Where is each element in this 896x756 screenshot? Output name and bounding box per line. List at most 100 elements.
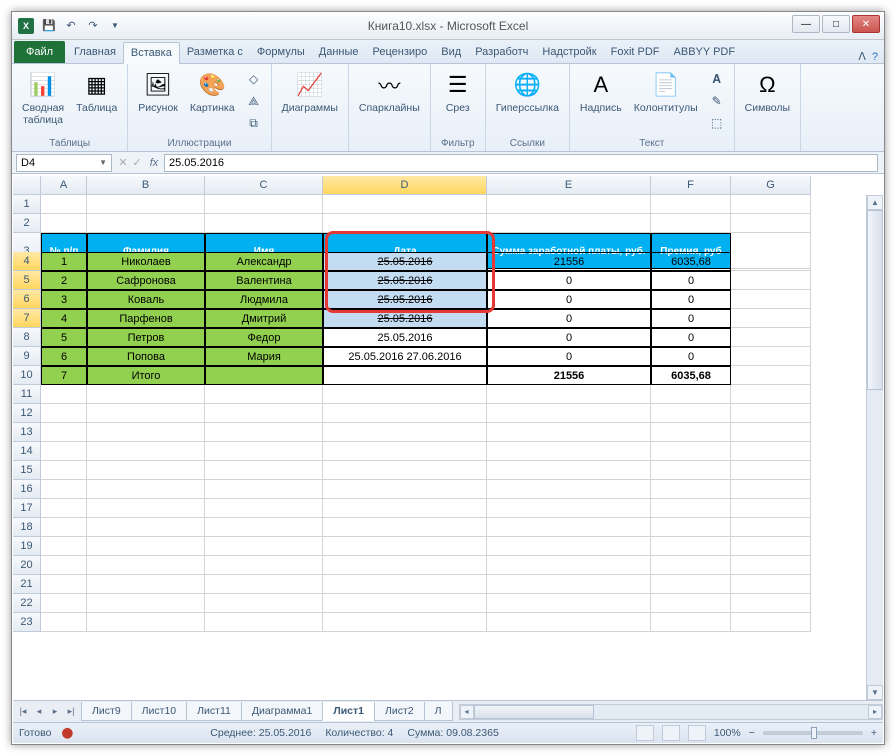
maximize-button[interactable]: □ [822,15,850,33]
view-normal-button[interactable] [636,725,654,741]
table-cell[interactable]: 25.05.2016 [323,252,487,271]
zoom-out-icon[interactable]: − [749,727,755,739]
empty-cell[interactable] [323,575,487,594]
table-cell[interactable]: 21556 [487,366,651,385]
empty-cell[interactable] [41,195,87,214]
empty-cell[interactable] [323,537,487,556]
empty-cell[interactable] [487,575,651,594]
cancel-fx-icon[interactable]: ✕ [116,156,130,169]
hscroll-thumb[interactable] [474,705,594,719]
file-tab[interactable]: Файл [14,41,65,63]
empty-cell[interactable] [731,385,811,404]
tab-nav-prev-icon[interactable]: ◂ [31,704,47,720]
picture-button[interactable]: 🖼Рисунок [134,67,182,117]
col-header[interactable]: D [323,176,487,195]
tab-data[interactable]: Данные [312,41,366,63]
empty-cell[interactable] [87,461,205,480]
empty-cell[interactable] [41,594,87,613]
table-cell[interactable]: 0 [487,347,651,366]
row-header[interactable]: 22 [13,594,41,613]
table-cell[interactable]: 0 [651,328,731,347]
empty-cell[interactable] [87,404,205,423]
row-header[interactable]: 19 [13,537,41,556]
empty-cell[interactable] [731,252,811,271]
table-cell[interactable]: Парфенов [87,309,205,328]
charts-button[interactable]: 📈Диаграммы [278,67,342,117]
table-cell[interactable]: 3 [41,290,87,309]
empty-cell[interactable] [87,575,205,594]
table-cell[interactable]: 25.05.2016 27.06.2016 [323,347,487,366]
empty-cell[interactable] [205,404,323,423]
sheet-tab-active[interactable]: Лист1 [322,702,375,721]
table-cell[interactable]: Попова [87,347,205,366]
table-cell[interactable]: 6035,68 [651,252,731,271]
table-cell[interactable]: 25.05.2016 [323,290,487,309]
table-cell[interactable]: 4 [41,309,87,328]
empty-cell[interactable] [323,461,487,480]
empty-cell[interactable] [731,594,811,613]
empty-cell[interactable] [651,423,731,442]
table-cell[interactable]: Николаев [87,252,205,271]
table-button[interactable]: ▦Таблица [72,67,121,117]
sheet-tab[interactable]: Лист9 [81,702,132,721]
empty-cell[interactable] [651,575,731,594]
hyperlink-button[interactable]: 🌐Гиперссылка [492,67,563,117]
scroll-up-icon[interactable]: ▲ [867,195,883,210]
table-cell[interactable]: 0 [651,290,731,309]
table-cell[interactable]: Мария [205,347,323,366]
row-header[interactable]: 9 [13,347,41,366]
empty-cell[interactable] [205,594,323,613]
col-header[interactable]: F [651,176,731,195]
table-cell[interactable]: Итого [87,366,205,385]
empty-cell[interactable] [205,518,323,537]
empty-cell[interactable] [651,214,731,233]
sparklines-button[interactable]: 〰Спарклайны [355,67,424,117]
help-icon[interactable]: ? [872,51,878,63]
row-header[interactable]: 15 [13,461,41,480]
empty-cell[interactable] [487,518,651,537]
zoom-in-icon[interactable]: + [871,727,877,739]
empty-cell[interactable] [651,480,731,499]
table-cell[interactable]: 1 [41,252,87,271]
table-cell[interactable]: 6 [41,347,87,366]
row-header[interactable]: 18 [13,518,41,537]
empty-cell[interactable] [87,594,205,613]
empty-cell[interactable] [487,499,651,518]
tab-view[interactable]: Вид [434,41,468,63]
macro-record-icon[interactable]: ⬤ [61,727,73,739]
table-cell[interactable]: 0 [487,290,651,309]
signature-button[interactable]: ✎ [706,91,728,111]
col-header[interactable]: C [205,176,323,195]
table-cell[interactable]: 21556 [487,252,651,271]
empty-cell[interactable] [41,442,87,461]
empty-cell[interactable] [323,594,487,613]
table-cell[interactable]: 25.05.2016 [323,328,487,347]
shapes-button[interactable]: ◇ [243,69,265,89]
empty-cell[interactable] [731,556,811,575]
sheet-tab[interactable]: Л [424,702,453,721]
row-header[interactable]: 7 [13,309,41,328]
empty-cell[interactable] [41,404,87,423]
empty-cell[interactable] [87,556,205,575]
empty-cell[interactable] [731,328,811,347]
vscroll-thumb[interactable] [867,210,883,390]
empty-cell[interactable] [41,575,87,594]
empty-cell[interactable] [731,347,811,366]
empty-cell[interactable] [651,461,731,480]
empty-cell[interactable] [323,214,487,233]
empty-cell[interactable] [731,404,811,423]
vertical-scrollbar[interactable]: ▲ ▼ [866,195,883,700]
tab-nav-last-icon[interactable]: ▸| [63,704,79,720]
empty-cell[interactable] [87,537,205,556]
view-layout-button[interactable] [662,725,680,741]
empty-cell[interactable] [487,442,651,461]
empty-cell[interactable] [87,613,205,632]
clipart-button[interactable]: 🎨Картинка [186,67,239,117]
empty-cell[interactable] [731,575,811,594]
tab-insert[interactable]: Вставка [123,42,180,64]
empty-cell[interactable] [41,556,87,575]
namebox-dropdown-icon[interactable]: ▼ [99,158,107,167]
textbox-button[interactable]: AНадпись [576,67,626,117]
empty-cell[interactable] [323,499,487,518]
empty-cell[interactable] [487,404,651,423]
